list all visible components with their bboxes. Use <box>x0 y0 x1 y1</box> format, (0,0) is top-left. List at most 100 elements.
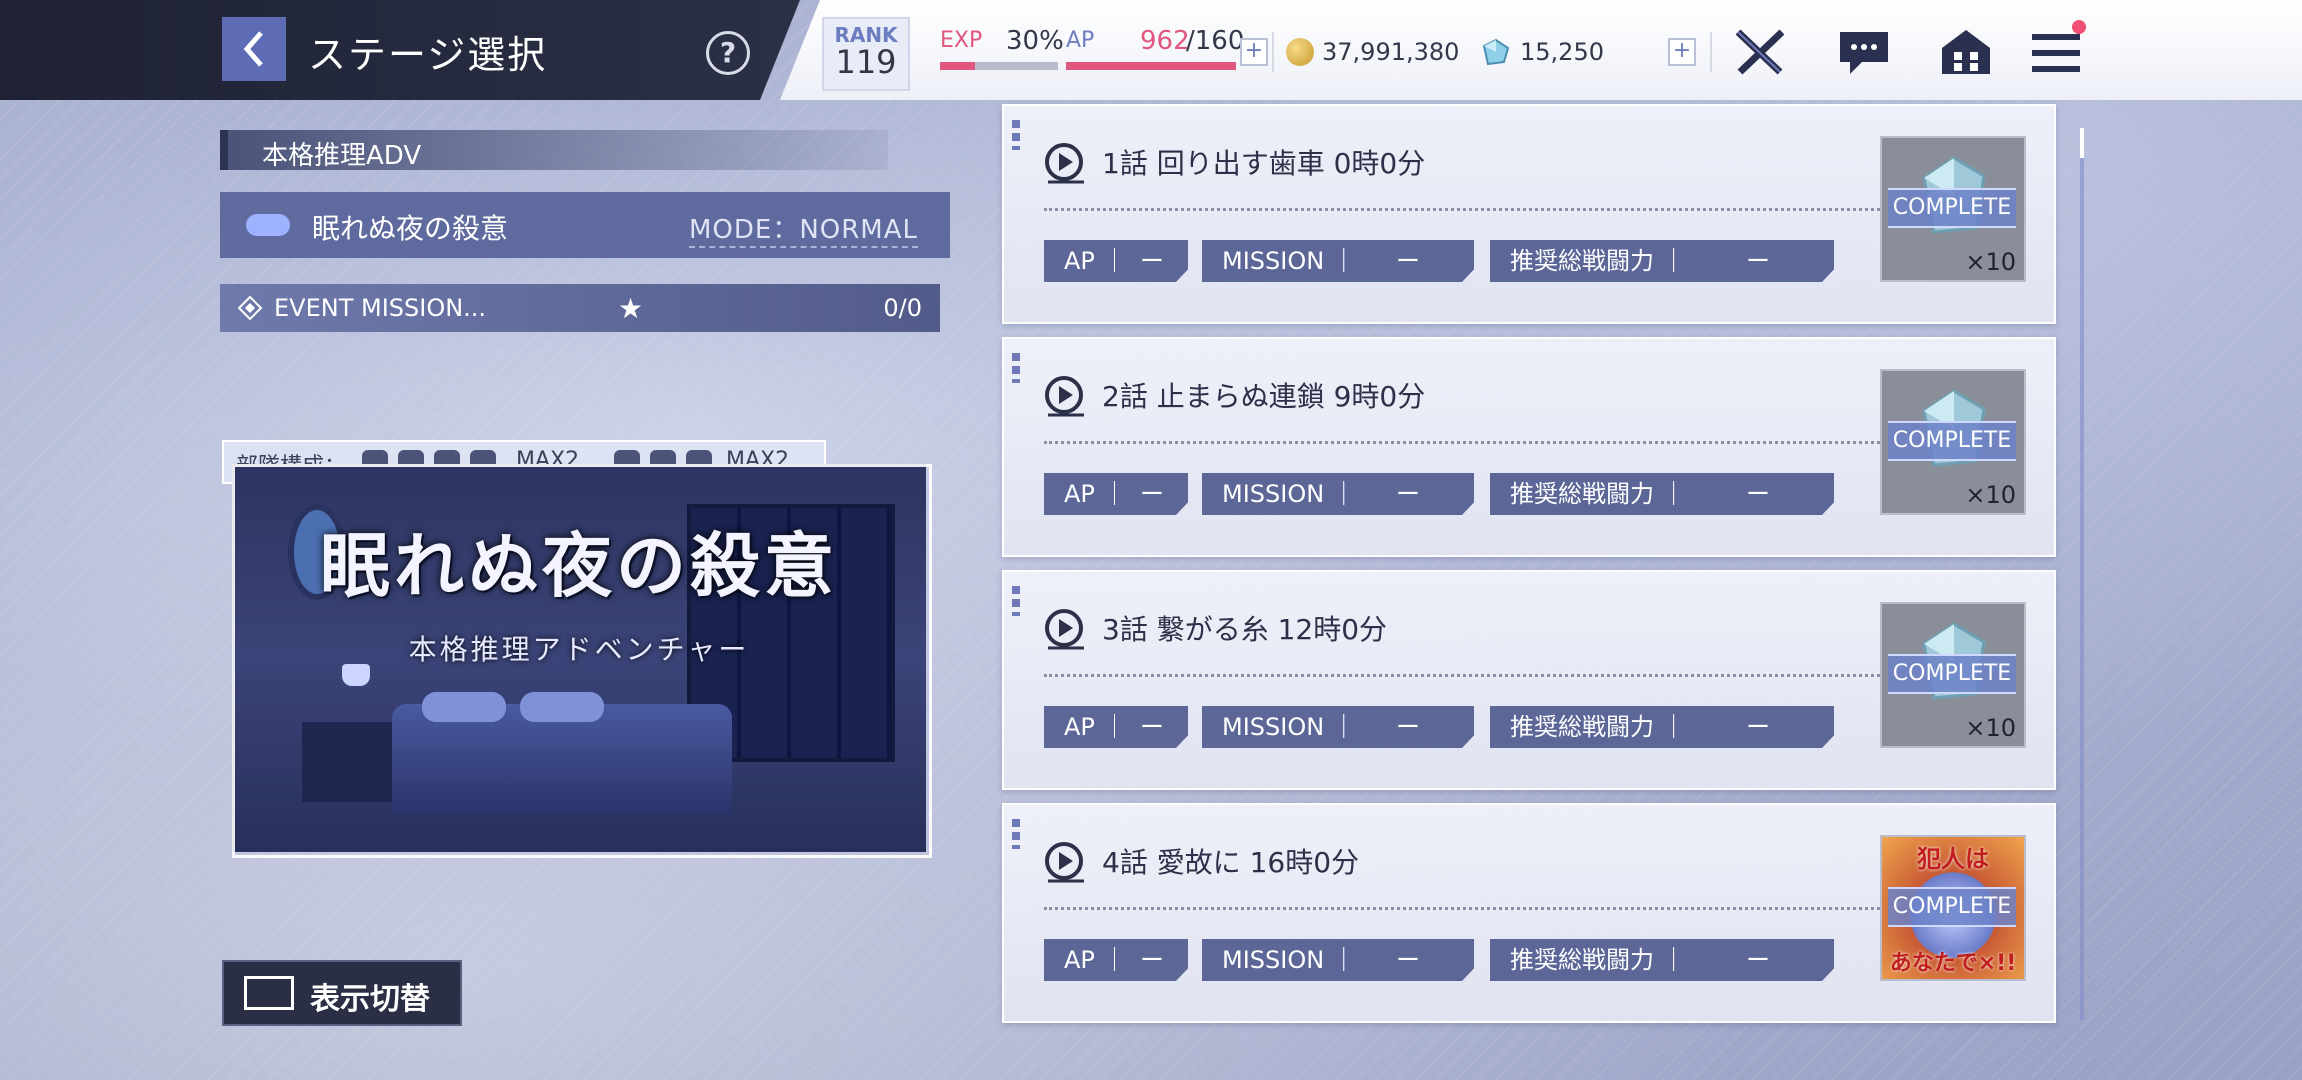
card-accent <box>1012 353 1020 383</box>
top-bar: ステージ選択 ? RANK 119 EXP 30% AP 962 /160 + … <box>0 0 2302 100</box>
ap-tag: AP ｜ ー <box>1044 706 1188 748</box>
category-label: 本格推理ADV <box>262 141 422 171</box>
exp-progress-fill <box>940 62 976 70</box>
reward-count: ×10 <box>1965 714 2016 742</box>
episode-card[interactable]: 1話 回り出す歯車 0時0分 AP ｜ ー MISSION ｜ ー 推奨総戦闘力 ｜… <box>1002 104 2056 324</box>
banner-frame <box>232 464 932 858</box>
mode-selector[interactable]: MODE：NORMAL <box>688 209 918 248</box>
view-toggle-icon <box>244 976 294 1010</box>
power-tag-label: 推奨総戦闘力 ｜ <box>1510 247 1686 275</box>
star-icon: ★ <box>618 292 644 325</box>
complete-badge: COMPLETE <box>1888 654 2016 694</box>
ap-tag-label: AP ｜ <box>1064 946 1127 974</box>
ap-tag: AP ｜ ー <box>1044 939 1188 981</box>
episode-card[interactable]: 3話 繋がる糸 12時0分 AP ｜ ー MISSION ｜ ー 推奨総戦闘力 ｜ ー… <box>1002 570 2056 790</box>
reward-box: COMPLETE ×10 <box>1880 369 2026 515</box>
episode-title: 1話 回り出す歯車 0時0分 <box>1102 147 1426 180</box>
ap-plus-button[interactable]: + <box>1240 38 1268 66</box>
exp-progress-bar <box>940 62 1058 70</box>
ap-tag-value: ー <box>1140 480 1164 508</box>
reward-count: ×10 <box>1965 248 2016 276</box>
divider <box>1044 208 1880 211</box>
divider <box>1710 32 1712 72</box>
ap-tag: AP ｜ ー <box>1044 240 1188 282</box>
divider <box>1272 32 1274 72</box>
reward-box: 犯人は あなたで×!! COMPLETE <box>1880 835 2026 981</box>
ap-tag-value: ー <box>1140 946 1164 974</box>
mission-tag: MISSION ｜ ー <box>1202 240 1474 282</box>
reward-box: COMPLETE ×10 <box>1880 602 2026 748</box>
ap-current: 962 <box>1140 26 1190 56</box>
mission-tag-value: ー <box>1396 247 1420 275</box>
ap-tag-label: AP ｜ <box>1064 480 1127 508</box>
card-accent <box>1012 819 1020 849</box>
back-chevron-icon <box>243 31 263 67</box>
help-icon[interactable]: ? <box>706 31 750 75</box>
power-tag-value: ー <box>1746 480 1770 508</box>
mission-tag-label: MISSION ｜ <box>1222 247 1356 275</box>
power-tag-value: ー <box>1746 946 1770 974</box>
reward-box: COMPLETE ×10 <box>1880 136 2026 282</box>
power-tag-label: 推奨総戦闘力 ｜ <box>1510 480 1686 508</box>
mission-tag-value: ー <box>1396 480 1420 508</box>
poster-top-text: 犯人は <box>1917 845 1989 873</box>
scrollbar-thumb[interactable] <box>2080 128 2084 158</box>
episode-title: 3話 繋がる糸 12時0分 <box>1102 613 1388 646</box>
complete-badge: COMPLETE <box>1888 188 2016 228</box>
rank-badge: RANK 119 <box>822 17 910 91</box>
home-button[interactable] <box>1936 24 1996 80</box>
play-icon <box>1045 609 1084 650</box>
ap-tag: AP ｜ ー <box>1044 473 1188 515</box>
chat-icon <box>1840 32 1888 74</box>
power-tag-value: ー <box>1746 713 1770 741</box>
scrollbar-track[interactable] <box>2080 130 2084 1020</box>
reward-count: ×10 <box>1965 481 2016 509</box>
diamond-icon <box>238 296 262 320</box>
mission-tag: MISSION ｜ ー <box>1202 939 1474 981</box>
mission-tag-label: MISSION ｜ <box>1222 480 1356 508</box>
power-tag-label: 推奨総戦闘力 ｜ <box>1510 946 1686 974</box>
rank-value: 119 <box>835 43 897 81</box>
menu-icon <box>2032 34 2080 72</box>
divider <box>1044 907 1880 910</box>
episode-title: 4話 愛故に 16時0分 <box>1102 846 1360 879</box>
card-accent <box>1012 586 1020 616</box>
ap-tag-label: AP ｜ <box>1064 247 1127 275</box>
play-icon <box>1045 842 1084 883</box>
divider <box>1044 674 1880 677</box>
divider <box>1044 441 1880 444</box>
ap-progress-fill <box>1066 62 1236 70</box>
ap-tag-value: ー <box>1140 247 1164 275</box>
complete-badge: COMPLETE <box>1888 887 2016 927</box>
exp-percent: 30% <box>1006 26 1064 56</box>
battle-button[interactable] <box>1730 24 1790 80</box>
event-mission-label: EVENT MISSION... <box>274 294 487 322</box>
ap-tag-value: ー <box>1140 713 1164 741</box>
category-header: 本格推理ADV <box>220 130 888 171</box>
gem-plus-button[interactable]: + <box>1668 38 1696 66</box>
page-title: ステージ選択 <box>308 33 548 77</box>
mission-tag-label: MISSION ｜ <box>1222 946 1356 974</box>
stage-selector[interactable]: 眠れぬ夜の殺意 MODE：NORMAL <box>220 192 950 258</box>
mission-tag-value: ー <box>1396 713 1420 741</box>
ap-progress-bar <box>1066 62 1236 70</box>
mission-tag-value: ー <box>1396 946 1420 974</box>
coin-count: 37,991,380 <box>1322 38 1460 66</box>
ap-max: /160 <box>1186 26 1245 56</box>
exp-label: EXP <box>940 28 983 53</box>
power-tag-label: 推奨総戦闘力 ｜ <box>1510 713 1686 741</box>
back-button[interactable] <box>222 17 286 81</box>
stage-pill-icon <box>246 214 290 236</box>
mission-tag: MISSION ｜ ー <box>1202 473 1474 515</box>
power-tag: 推奨総戦闘力 ｜ ー <box>1490 473 1834 515</box>
view-toggle-label: 表示切替 <box>310 982 430 1017</box>
coin-icon <box>1286 38 1314 66</box>
episode-card[interactable]: 4話 愛故に 16時0分 AP ｜ー MISSION ｜ー 推奨総戦闘力 ｜ー … <box>1002 803 2056 1023</box>
gem-icon <box>1482 38 1510 66</box>
power-tag: 推奨総戦闘力 ｜ ー <box>1490 240 1834 282</box>
episode-card[interactable]: 2話 止まらぬ連鎖 9時0分 AP ｜ ー MISSION ｜ ー 推奨総戦闘力 ｜… <box>1002 337 2056 557</box>
view-toggle-button[interactable]: 表示切替 <box>222 960 462 1026</box>
power-tag: 推奨総戦闘力 ｜ ー <box>1490 939 1834 981</box>
chat-button[interactable] <box>1834 24 1894 80</box>
event-mission-bar[interactable]: EVENT MISSION... ★ 0/0 <box>220 284 940 332</box>
